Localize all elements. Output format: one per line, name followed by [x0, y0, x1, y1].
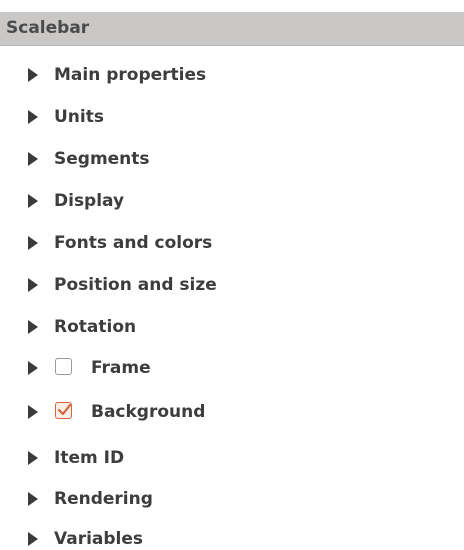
expand-arrow-icon[interactable] [28, 492, 38, 506]
group-label-main-properties[interactable]: Main properties [54, 64, 206, 86]
expand-arrow-icon[interactable] [28, 532, 38, 546]
expand-arrow-icon[interactable] [28, 110, 38, 124]
group-label-segments[interactable]: Segments [54, 148, 150, 170]
expand-arrow-icon[interactable] [28, 152, 38, 166]
group-frame[interactable]: Frame [0, 353, 464, 383]
group-label-display[interactable]: Display [54, 190, 124, 212]
group-label-variables[interactable]: Variables [54, 528, 143, 550]
group-main-properties[interactable]: Main properties [0, 60, 464, 90]
group-background[interactable]: Background [0, 397, 464, 427]
group-label-position-and-size[interactable]: Position and size [54, 274, 217, 296]
expand-arrow-icon[interactable] [28, 68, 38, 82]
expand-arrow-icon[interactable] [28, 361, 38, 375]
panel-title: Scalebar [6, 18, 90, 38]
expand-arrow-icon[interactable] [28, 405, 38, 419]
group-rendering[interactable]: Rendering [0, 484, 464, 514]
group-rotation[interactable]: Rotation [0, 312, 464, 342]
expand-arrow-icon[interactable] [28, 236, 38, 250]
panel-header: Scalebar [0, 12, 464, 46]
scalebar-properties-panel: Scalebar Main properties Units Segments … [0, 0, 464, 550]
group-label-units[interactable]: Units [54, 106, 104, 128]
expand-arrow-icon[interactable] [28, 278, 38, 292]
expand-arrow-icon[interactable] [28, 194, 38, 208]
expand-arrow-icon[interactable] [28, 320, 38, 334]
background-checkbox[interactable] [55, 402, 72, 419]
checkmark-icon [57, 403, 71, 416]
group-units[interactable]: Units [0, 102, 464, 132]
group-label-rotation[interactable]: Rotation [54, 316, 136, 338]
group-display[interactable]: Display [0, 186, 464, 216]
group-segments[interactable]: Segments [0, 144, 464, 174]
group-item-id[interactable]: Item ID [0, 443, 464, 473]
group-label-rendering[interactable]: Rendering [54, 488, 153, 510]
frame-checkbox[interactable] [55, 358, 72, 375]
group-label-item-id[interactable]: Item ID [54, 447, 124, 469]
group-variables[interactable]: Variables [0, 524, 464, 550]
group-fonts-and-colors[interactable]: Fonts and colors [0, 228, 464, 258]
expand-arrow-icon[interactable] [28, 451, 38, 465]
group-label-frame[interactable]: Frame [91, 357, 151, 379]
group-label-background[interactable]: Background [91, 401, 205, 423]
group-position-and-size[interactable]: Position and size [0, 270, 464, 300]
group-label-fonts-and-colors[interactable]: Fonts and colors [54, 232, 212, 254]
